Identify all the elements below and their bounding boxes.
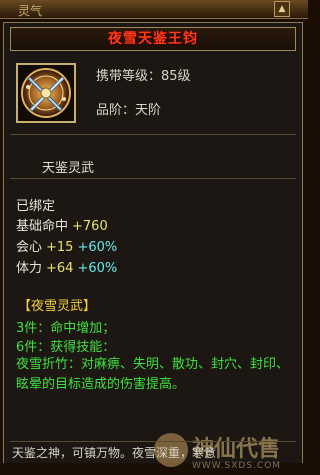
crossed-blades-emblem-icon	[16, 63, 76, 123]
section-title: 天鉴灵武	[42, 161, 95, 176]
item-grade: 品阶：天阶	[96, 99, 161, 118]
top-strip-label: 灵气	[18, 4, 43, 18]
set-title: 【夜雪灵武】	[18, 299, 97, 314]
item-name: 夜雪天鉴王钧	[108, 31, 198, 47]
set-bonus-6: 6件：获得技能：	[16, 336, 115, 355]
set-skill-effect: 夜雪折竹：对麻痹、失明、散功、封穴、封印、眩晕的目标造成的伤害提高。	[16, 357, 290, 392]
carry-level-label: 携带等级：	[96, 69, 162, 84]
bound-status: 已绑定	[16, 199, 56, 214]
stat-value: +760	[72, 219, 108, 234]
stat-name: 会心	[16, 240, 43, 255]
stat-name: 体力	[16, 261, 43, 276]
set-bonus-text: 获得技能：	[50, 340, 116, 355]
grade-value: 天阶	[135, 103, 162, 118]
scroll-up-arrow-icon[interactable]: ▲	[274, 1, 290, 17]
stat-critical: 会心 +15 +60%	[16, 236, 117, 255]
carry-level-value: 85级	[161, 69, 191, 84]
stat-name: 基础命中	[16, 219, 69, 234]
stat-value: +64	[46, 261, 74, 276]
stat-bonus: +60%	[77, 261, 118, 276]
title-bar: 夜雪天鉴王钧	[10, 27, 296, 51]
set-bonus-label: 3件：	[16, 321, 51, 336]
stat-value: +15	[46, 240, 74, 255]
set-bonus-text: 命中增加；	[50, 321, 116, 336]
divider	[10, 134, 296, 135]
stat-bonus: +60%	[77, 240, 118, 255]
top-strip: 灵气 ▲	[0, 0, 308, 19]
divider	[10, 178, 296, 179]
divider	[10, 441, 296, 442]
grade-label: 品阶：	[96, 103, 136, 118]
item-tooltip: 夜雪天鉴王钧 携带等级：85级 品阶：天阶 天鉴灵武 已绑定 基础命中 +760…	[3, 22, 303, 471]
carry-level: 携带等级：85级	[96, 65, 191, 84]
stat-hit: 基础命中 +760	[16, 215, 108, 234]
set-bonus-label: 6件：	[16, 340, 51, 355]
set-bonus-3: 3件：命中增加；	[16, 317, 115, 336]
stat-stamina: 体力 +64 +60%	[16, 257, 117, 276]
item-description: 天鉴之神，可镇万物。夜雪深重，寒意	[12, 446, 217, 460]
